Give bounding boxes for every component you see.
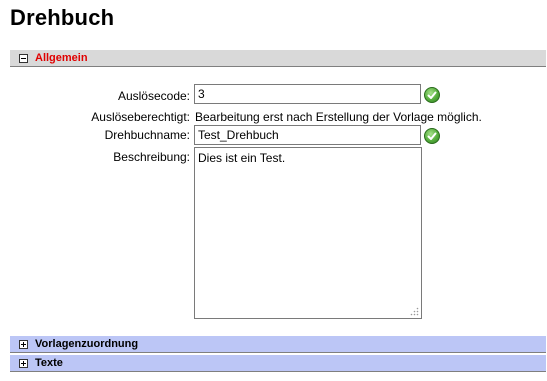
section-label-vorlagenzuordnung: Vorlagenzuordnung [35, 338, 139, 350]
expand-icon[interactable] [19, 358, 28, 368]
beschreibung-text: Dies ist ein Test. [198, 151, 286, 165]
drehbuchname-label: Drehbuchname: [104, 128, 190, 142]
check-circle-icon [424, 87, 440, 103]
ausloesecode-input[interactable] [194, 84, 421, 104]
section-label-texte: Texte [35, 357, 63, 369]
section-label-allgemein: Allgemein [35, 52, 88, 64]
resize-grip-icon[interactable] [410, 307, 419, 316]
beschreibung-textarea[interactable]: Dies ist ein Test. [194, 147, 422, 319]
beschreibung-label: Beschreibung: [113, 150, 190, 164]
collapse-icon[interactable] [19, 53, 28, 63]
page-title: Drehbuch [10, 5, 115, 30]
section-header-allgemein[interactable]: Allgemein [10, 50, 546, 67]
expand-icon[interactable] [19, 339, 28, 349]
section-header-vorlagenzuordnung[interactable]: Vorlagenzuordnung [10, 336, 546, 353]
drehbuchname-input[interactable] [194, 125, 421, 145]
check-circle-icon [424, 128, 440, 144]
ausloesecode-label: Auslösecode: [117, 89, 190, 103]
ausloeseberechtigt-label: Auslöseberechtigt: [91, 110, 190, 124]
ausloeseberechtigt-value: Bearbeitung erst nach Erstellung der Vor… [195, 110, 482, 124]
section-header-texte[interactable]: Texte [10, 355, 546, 372]
